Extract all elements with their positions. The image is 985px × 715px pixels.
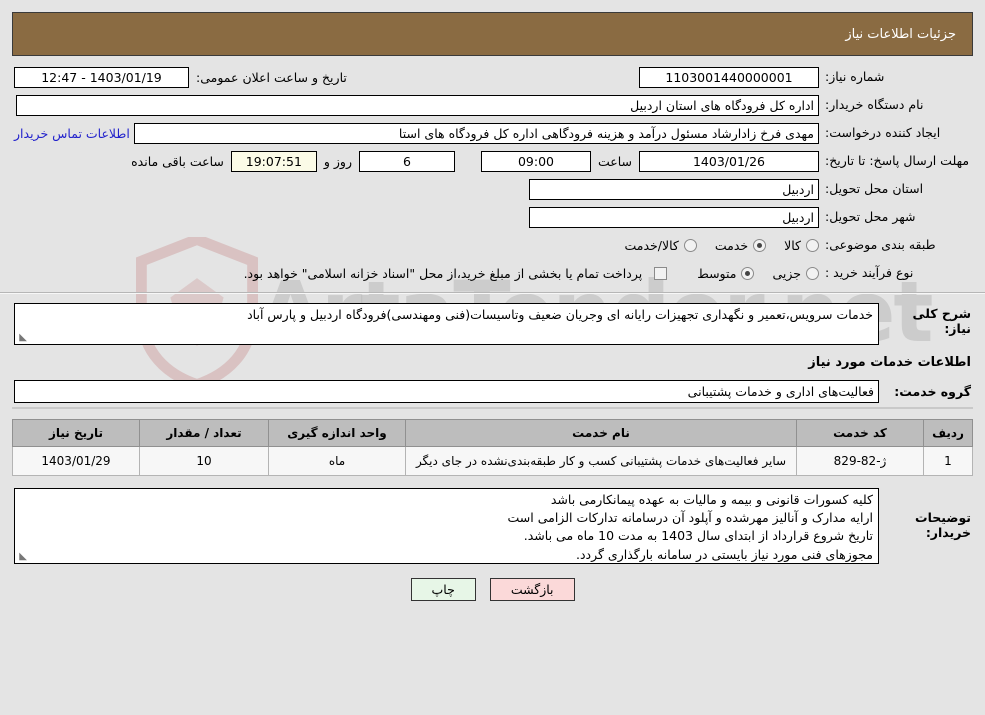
treasury-checkbox[interactable]	[654, 266, 668, 280]
cell-code: ژ-82-829	[796, 445, 924, 477]
print-button[interactable]: چاپ	[410, 578, 476, 602]
buyer-notes-label: توضیحات خریدار:	[915, 510, 971, 541]
items-table: ردیف کد خدمت نام خدمت واحد اندازه گیری ت…	[12, 419, 973, 477]
buyer-note-line: تاریخ شروع قرارداد از ابتدای سال 1403 به…	[523, 528, 873, 544]
service-group-label: گروه خدمت:	[894, 384, 971, 399]
th-index: ردیف	[923, 419, 973, 447]
page-root: جزئیات اطلاعات نیاز شماره نیاز: 11030014…	[0, 12, 985, 602]
purchase-type-label: نوع فرآیند خرید :	[825, 265, 914, 281]
deadline-time-value: 09:00	[480, 150, 591, 172]
services-section-heading: اطلاعات خدمات مورد نیاز	[808, 355, 971, 370]
row-description: شرح کلی نیاز: خدمات سرویس،تعمیر و نگهدار…	[14, 303, 971, 345]
th-code: کد خدمت	[796, 419, 924, 447]
description-textarea[interactable]: خدمات سرویس،تعمیر و نگهداری تجهیزات رایا…	[14, 303, 879, 345]
page-title-bar: جزئیات اطلاعات نیاز	[12, 12, 973, 56]
description-label: شرح کلی نیاز:	[912, 306, 971, 336]
radio-label-khedmat: خدمت	[714, 237, 749, 253]
th-unit: واحد اندازه گیری	[268, 419, 406, 447]
action-buttons: بازگشت چاپ	[0, 578, 985, 602]
buyer-note-line: ارایه مدارک و آنالیز مهرشده و آپلود آن د…	[507, 510, 873, 526]
cell-quantity: 10	[139, 445, 269, 477]
row-creator: ایجاد کننده درخواست: مهدی فرخ زادارشاد م…	[14, 122, 971, 144]
row-need-number: شماره نیاز: 1103001440000001 تاریخ و ساع…	[14, 66, 971, 88]
days-and-label: روز و	[323, 153, 352, 169]
description-section: شرح کلی نیاز: خدمات سرویس،تعمیر و نگهدار…	[14, 303, 971, 403]
row-purchase-type: نوع فرآیند خرید : جزیی متوسط پرداخت تمام…	[14, 262, 971, 284]
back-button[interactable]: بازگشت	[489, 578, 575, 602]
treasury-note-label: پرداخت تمام یا بخشی از مبلغ خرید،از محل …	[243, 265, 643, 281]
radio-option-kala[interactable]: کالا	[784, 238, 819, 253]
radio-icon-khedmat[interactable]	[753, 238, 767, 252]
delivery-city-value: اردبیل	[529, 206, 819, 228]
radio-label-jozei: جزیی	[772, 265, 801, 281]
need-number-value: 1103001440000001	[639, 66, 819, 88]
radio-option-jozei[interactable]: جزیی	[772, 266, 819, 281]
th-name: نام خدمت	[405, 419, 797, 447]
delivery-province-value: اردبیل	[529, 178, 819, 200]
cell-need-date: 1403/01/29	[12, 445, 140, 477]
need-number-label: شماره نیاز:	[825, 69, 885, 85]
subject-class-label: طبقه بندی موضوعی:	[825, 237, 936, 253]
cell-name: سایر فعالیت‌های خدمات پشتیبانی کسب و کار…	[405, 445, 797, 477]
deadline-date-value: 1403/01/26	[639, 150, 819, 172]
need-info-form: شماره نیاز: 1103001440000001 تاریخ و ساع…	[14, 66, 971, 284]
buyer-contact-link[interactable]: اطلاعات تماس خریدار	[14, 126, 134, 141]
remaining-suffix-label: ساعت باقی مانده	[131, 153, 224, 169]
buyer-notes-textarea[interactable]: کلیه کسورات قانونی و بیمه و مالیات به عه…	[14, 488, 879, 565]
cell-unit: ماه	[268, 445, 406, 477]
row-delivery-city: شهر محل تحویل: اردبیل	[14, 206, 971, 228]
public-announce-value: 1403/01/19 - 12:47	[14, 66, 189, 88]
buyer-org-value: اداره کل فرودگاه های استان اردبیل	[16, 94, 819, 116]
row-buyer-notes: توضیحات خریدار: کلیه کسورات قانونی و بیم…	[14, 488, 971, 565]
th-quantity: تعداد / مقدار	[139, 419, 269, 447]
description-text: خدمات سرویس،تعمیر و نگهداری تجهیزات رایا…	[247, 307, 873, 322]
time-remaining-value: 19:07:51	[230, 150, 317, 172]
th-need-date: تاریخ نیاز	[12, 419, 140, 447]
hour-label: ساعت	[597, 153, 632, 169]
creator-label: ایجاد کننده درخواست:	[825, 125, 941, 141]
radio-label-kala: کالا	[784, 237, 801, 253]
service-group-value: فعالیت‌های اداری و خدمات پشتیبانی	[14, 380, 879, 403]
row-service-group: گروه خدمت: فعالیت‌های اداری و خدمات پشتی…	[14, 380, 971, 403]
radio-icon-jozei[interactable]	[806, 266, 819, 280]
divider-1	[0, 292, 985, 294]
radio-option-motavaset[interactable]: متوسط	[697, 265, 755, 281]
resize-handle-icon[interactable]: ◣	[17, 333, 27, 343]
public-announce-label: تاریخ و ساعت اعلان عمومی:	[196, 69, 347, 85]
radio-option-kala-khedmat[interactable]: کالا/خدمت	[624, 237, 697, 253]
cell-index: 1	[923, 445, 973, 477]
creator-value: مهدی فرخ زادارشاد مسئول درآمد و هزینه فر…	[133, 122, 819, 144]
radio-icon-kala-khedmat[interactable]	[683, 238, 697, 252]
radio-option-khedmat[interactable]: خدمت	[714, 237, 767, 253]
table-row: 1 ژ-82-829 سایر فعالیت‌های خدمات پشتیبان…	[12, 445, 973, 477]
radio-icon-motavaset[interactable]	[741, 266, 755, 280]
buyer-note-line: مجوزهای فنی مورد نیاز بایستی در سامانه ب…	[575, 546, 873, 562]
items-table-wrapper: ردیف کد خدمت نام خدمت واحد اندازه گیری ت…	[12, 407, 973, 477]
buyer-note-line: کلیه کسورات قانونی و بیمه و مالیات به عه…	[550, 492, 873, 508]
radio-icon-kala[interactable]	[806, 238, 819, 252]
resize-handle-icon[interactable]: ◣	[17, 552, 27, 562]
days-remaining-value: 6	[358, 150, 455, 172]
delivery-city-label: شهر محل تحویل:	[825, 209, 916, 225]
buyer-notes-section: توضیحات خریدار: کلیه کسورات قانونی و بیم…	[14, 488, 971, 565]
row-subject-classification: طبقه بندی موضوعی: کالا خدمت کالا/خدمت	[14, 234, 971, 256]
radio-label-motavaset: متوسط	[697, 265, 737, 281]
row-buyer-org: نام دستگاه خریدار: اداره کل فرودگاه های …	[14, 94, 971, 116]
delivery-province-label: استان محل تحویل:	[825, 181, 924, 197]
row-delivery-province: استان محل تحویل: اردبیل	[14, 178, 971, 200]
buyer-org-label: نام دستگاه خریدار:	[825, 97, 924, 113]
table-header-row: ردیف کد خدمت نام خدمت واحد اندازه گیری ت…	[12, 419, 973, 447]
deadline-label: مهلت ارسال پاسخ: تا تاریخ:	[825, 152, 970, 168]
row-deadline: مهلت ارسال پاسخ: تا تاریخ: 1403/01/26 سا…	[14, 150, 971, 172]
radio-label-kala-khedmat: کالا/خدمت	[624, 237, 679, 253]
page-title: جزئیات اطلاعات نیاز	[845, 26, 956, 42]
